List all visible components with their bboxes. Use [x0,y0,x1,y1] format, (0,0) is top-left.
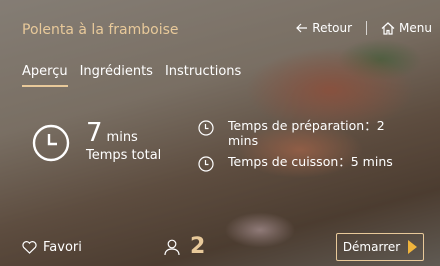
arrow-left-icon [296,23,308,33]
time-breakdown: Temps de préparation：2 mins Temps de cui… [198,118,428,178]
person-icon [164,239,180,255]
clock-icon [198,156,214,172]
menu-button[interactable]: Menu [381,21,432,35]
total-time-unit: mins [106,130,138,145]
prep-time-row: Temps de préparation：2 mins [198,118,428,148]
tab-instructions[interactable]: Instructions [165,64,241,87]
start-button[interactable]: Démarrer [336,233,424,261]
footer-bar: Favori 2 Démarrer [0,228,440,266]
clock-icon [198,120,214,136]
heart-icon [22,241,37,254]
header-nav: Retour Menu [296,21,432,35]
total-time-number: 7 [86,118,103,148]
start-label: Démarrer [342,240,401,254]
servings: 2 [164,236,205,258]
clock-icon [32,124,70,162]
tab-bar: Aperçu Ingrédients Instructions [22,64,241,87]
favorite-button[interactable]: Favori [22,240,82,255]
total-time-value: 7 mins [86,120,161,146]
nav-divider [366,21,368,35]
tab-apercu[interactable]: Aperçu [22,64,68,87]
home-icon [381,21,395,35]
cook-time: Temps de cuisson：5 mins [228,154,393,169]
back-button[interactable]: Retour [296,21,352,35]
menu-label: Menu [399,21,432,35]
recipe-title: Polenta à la framboise [22,22,179,38]
tab-ingredients[interactable]: Ingrédients [80,64,153,87]
header: Polenta à la framboise Retour Menu [0,0,440,60]
total-time-label: Temps total [86,148,162,163]
play-icon [408,240,418,254]
cook-time-row: Temps de cuisson：5 mins [198,154,428,172]
favorite-label: Favori [43,240,82,255]
recipe-overview-screen: Polenta à la framboise Retour Menu Aperç… [0,0,440,266]
back-label: Retour [312,21,353,35]
total-time-text: 7 mins Temps total [86,120,161,163]
servings-count: 2 [190,234,206,259]
total-time: 7 mins Temps total [32,120,161,163]
prep-time: Temps de préparation：2 mins [228,118,385,148]
